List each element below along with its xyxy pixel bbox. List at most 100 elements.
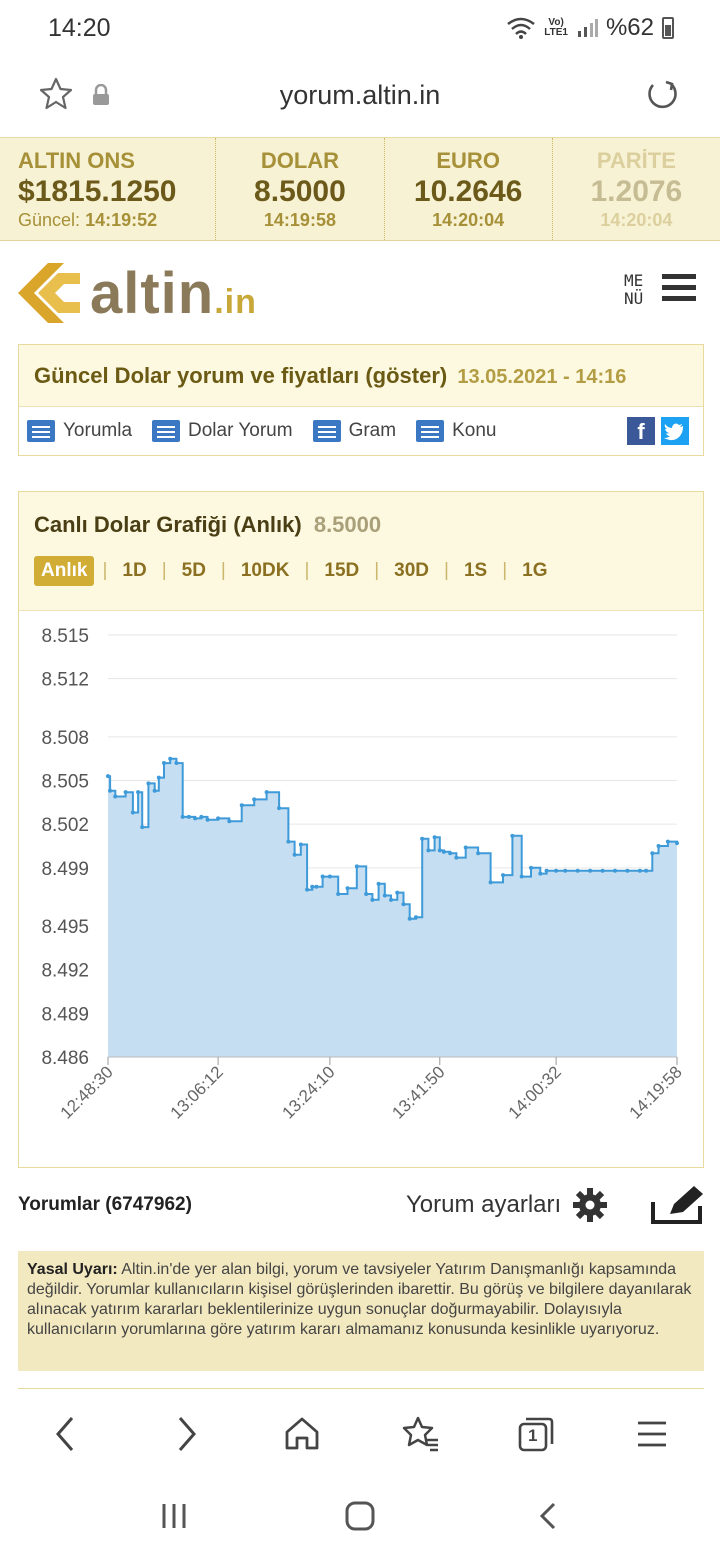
system-navigation-bar bbox=[0, 1474, 720, 1560]
range-tab-1g[interactable]: 1G bbox=[515, 556, 554, 586]
ticker-item-dolar[interactable]: DOLAR 8.5000 14:19:58 bbox=[216, 138, 385, 240]
ticker-value: 8.5000 bbox=[254, 175, 346, 208]
data-point bbox=[130, 810, 135, 815]
browser-url-bar: yorum.altin.in bbox=[0, 56, 720, 136]
data-point bbox=[644, 868, 649, 873]
ticker-item-altin-ons[interactable]: ALTIN ONS $1815.1250 Güncel: 14:19:52 bbox=[0, 138, 217, 240]
data-point bbox=[650, 851, 655, 856]
data-point bbox=[554, 868, 559, 873]
data-point bbox=[389, 897, 394, 902]
data-point bbox=[123, 790, 128, 795]
gear-icon[interactable] bbox=[572, 1187, 608, 1223]
link-gram[interactable]: Gram bbox=[312, 420, 396, 442]
comment-settings-link[interactable]: Yorum ayarları bbox=[406, 1191, 561, 1219]
data-point bbox=[298, 842, 303, 847]
menu-button[interactable]: ME NÜ bbox=[624, 272, 696, 312]
y-tick-label: 8.515 bbox=[41, 626, 89, 647]
facebook-icon[interactable]: f bbox=[627, 417, 655, 445]
range-tab-5d[interactable]: 5D bbox=[175, 556, 213, 586]
data-point bbox=[432, 835, 437, 840]
logo-main: altin bbox=[90, 261, 215, 326]
data-point bbox=[501, 873, 506, 878]
data-point bbox=[305, 887, 310, 892]
data-point bbox=[186, 814, 191, 819]
data-point bbox=[612, 868, 617, 873]
y-tick-label: 8.486 bbox=[41, 1048, 89, 1069]
x-tick-label: 13:06:12 bbox=[167, 1062, 227, 1122]
data-point bbox=[625, 868, 630, 873]
ticker-item-parite[interactable]: PARİTE 1.2076 14:20:04 bbox=[553, 138, 720, 240]
tabs-button[interactable]: 1 bbox=[516, 1414, 556, 1454]
list-icon bbox=[312, 420, 341, 442]
back-button-icon[interactable] bbox=[530, 1498, 566, 1534]
range-tab-1s[interactable]: 1S bbox=[457, 556, 494, 586]
y-tick-label: 8.489 bbox=[41, 1004, 89, 1025]
x-tick-label: 14:19:58 bbox=[626, 1062, 686, 1122]
data-point bbox=[174, 761, 179, 766]
range-tab-1d[interactable]: 1D bbox=[115, 556, 153, 586]
twitter-icon[interactable] bbox=[661, 417, 689, 445]
data-point bbox=[252, 797, 257, 802]
data-point bbox=[216, 816, 221, 821]
data-point bbox=[199, 814, 204, 819]
ticker-name: ALTIN ONS bbox=[18, 148, 135, 173]
reload-icon[interactable] bbox=[644, 76, 680, 112]
data-point bbox=[563, 868, 568, 873]
url-text[interactable]: yorum.altin.in bbox=[0, 80, 720, 111]
y-tick-label: 8.505 bbox=[41, 772, 89, 793]
topic-header-box: Güncel Dolar yorum ve fiyatları (göster)… bbox=[18, 344, 704, 456]
link-dolar-yorum[interactable]: Dolar Yorum bbox=[152, 420, 293, 442]
data-point bbox=[336, 892, 341, 897]
home-icon[interactable] bbox=[282, 1414, 322, 1454]
data-point bbox=[463, 845, 468, 850]
topic-header: Güncel Dolar yorum ve fiyatları (göster)… bbox=[19, 345, 703, 407]
data-point bbox=[310, 884, 315, 889]
ticker-name: EURO bbox=[436, 148, 500, 173]
data-point bbox=[364, 892, 369, 897]
data-point bbox=[168, 756, 173, 761]
data-point bbox=[441, 849, 446, 854]
comments-count: Yorumlar (6747962) bbox=[18, 1194, 192, 1215]
link-konu[interactable]: Konu bbox=[416, 420, 496, 442]
data-point bbox=[401, 902, 406, 907]
ticker-time-row: Güncel: 14:19:52 bbox=[18, 210, 215, 231]
bookmarks-icon[interactable] bbox=[400, 1414, 440, 1454]
wifi-icon bbox=[507, 17, 535, 39]
range-tab-15d[interactable]: 15D bbox=[317, 556, 366, 586]
write-comment-icon[interactable] bbox=[650, 1184, 706, 1226]
y-tick-label: 8.502 bbox=[41, 815, 89, 836]
data-point bbox=[106, 774, 110, 779]
range-tab-anlik[interactable]: Anlık bbox=[34, 556, 95, 586]
battery-icon bbox=[662, 17, 674, 39]
data-point bbox=[420, 836, 425, 841]
status-icons: Vo) LTE1 %62 bbox=[506, 14, 674, 42]
menu-icon[interactable] bbox=[632, 1414, 672, 1454]
recent-apps-icon[interactable] bbox=[156, 1498, 192, 1534]
price-chart[interactable]: 8.515 8.512 8.508 8.505 8.502 8.499 8.495 8.492… bbox=[19, 612, 703, 1168]
data-point bbox=[637, 868, 642, 873]
series-area bbox=[108, 758, 677, 1057]
data-point bbox=[327, 874, 332, 879]
range-tab-30d[interactable]: 30D bbox=[387, 556, 436, 586]
link-yorumla[interactable]: Yorumla bbox=[27, 420, 132, 442]
ticker-time: 14:19:58 bbox=[263, 210, 336, 230]
status-bar: 14:20 Vo) LTE1 %62 bbox=[0, 0, 720, 56]
data-point bbox=[286, 839, 291, 844]
home-button-icon[interactable] bbox=[342, 1498, 378, 1534]
data-point bbox=[448, 851, 453, 856]
site-logo[interactable]: altin.in bbox=[18, 258, 318, 328]
ticker-time: 14:20:04 bbox=[600, 210, 673, 230]
range-tab-10dk[interactable]: 10DK bbox=[234, 556, 297, 586]
data-point bbox=[376, 881, 381, 886]
back-icon[interactable] bbox=[46, 1414, 86, 1454]
topic-title[interactable]: Güncel Dolar yorum ve fiyatları (göster) bbox=[34, 363, 447, 388]
data-point bbox=[519, 874, 524, 879]
x-tick-label: 13:24:10 bbox=[278, 1062, 338, 1122]
ticker-value: 10.2646 bbox=[413, 175, 523, 208]
ticker-item-euro[interactable]: EURO 10.2646 14:20:04 bbox=[385, 138, 553, 240]
forward-icon[interactable] bbox=[166, 1414, 206, 1454]
battery-percent: %62 bbox=[605, 14, 654, 41]
data-point bbox=[488, 880, 493, 885]
data-point bbox=[264, 790, 269, 795]
price-ticker: ALTIN ONS $1815.1250 Güncel: 14:19:52 DO… bbox=[0, 137, 720, 241]
